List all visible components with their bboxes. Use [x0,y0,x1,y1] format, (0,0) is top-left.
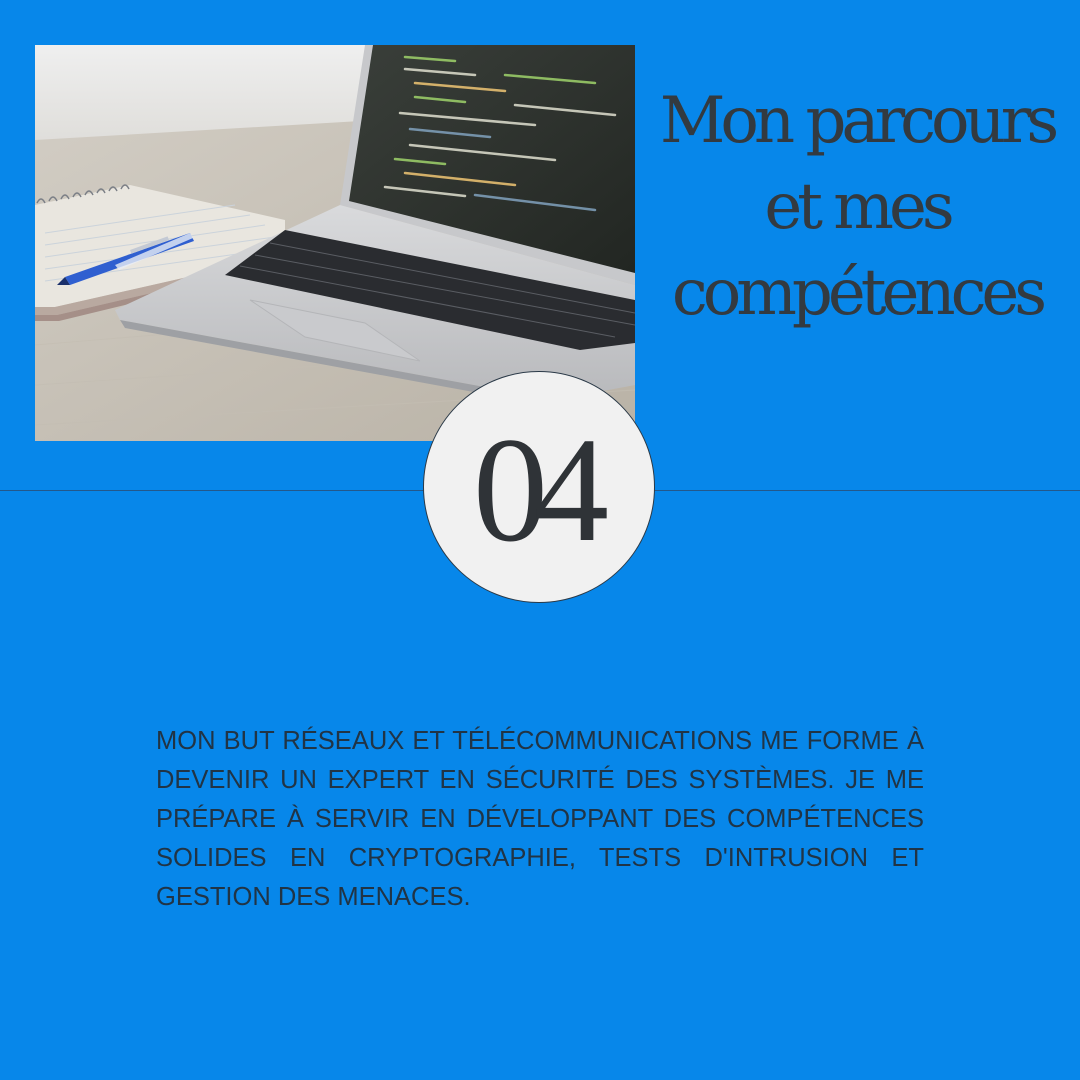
section-number-badge: 04 [423,371,655,603]
description-text: MON BUT RÉSEAUX ET TÉLÉCOMMUNICATIONS ME… [156,727,924,911]
page-title: Mon parcours et mes compétences [659,84,1059,330]
section-number: 04 [473,407,609,573]
